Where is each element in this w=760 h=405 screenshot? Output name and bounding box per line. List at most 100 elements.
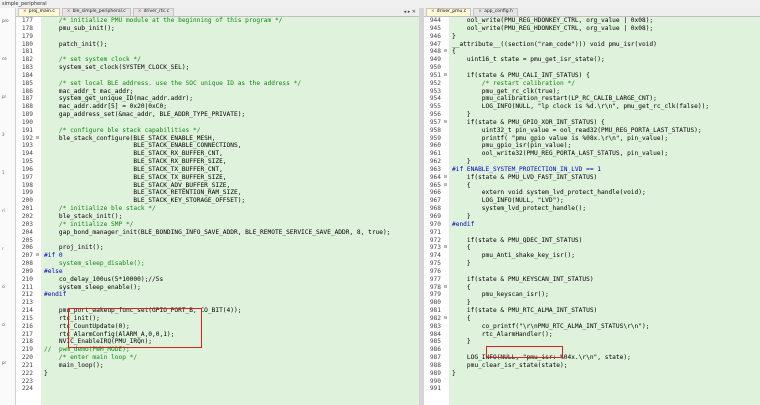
line-number: 202 (21, 213, 33, 220)
line-number: 181 (21, 48, 33, 56)
tab-controls[interactable]: ◂ ▸ ✕ (404, 8, 416, 16)
line-number-gutter: 177 178 179 180 181 182 183 184 185 186 187 188 189 1… (16, 17, 41, 405)
line-number-gutter: 944 945 946 947 948 ⊟ 949 950 951 ⊟ 952 953 954 955 95… (424, 17, 449, 405)
line-number: 214 (21, 307, 33, 315)
file-tab[interactable]: × driver_pmu.c (426, 8, 472, 16)
close-tab-icon[interactable]: × (431, 9, 435, 14)
file-tab-label: proj_main.c (28, 9, 55, 14)
file-tab[interactable]: × ble_simple_peripheral.c (61, 8, 131, 16)
line-number: 948 (429, 48, 441, 56)
fold-toggle-icon[interactable]: ⊟ (443, 315, 448, 323)
project-panel-label[interactable]: pr (2, 360, 6, 365)
code-line: BLE_STACK_KEY_STORAGE_OFFSET); (44, 197, 246, 205)
code-line: pmu_clear_isr_state(state); (452, 361, 568, 369)
project-panel-label[interactable]: ri (2, 208, 5, 213)
code-line: BLE_STACK_RX_BUFFER_SIZE, (44, 158, 227, 166)
code-line: } (452, 213, 471, 220)
line-number: 208 (21, 260, 33, 268)
code-line: system_sleep_disable(); (44, 260, 145, 268)
fold-toggle-icon[interactable]: ⊟ (443, 119, 448, 127)
line-number: 196 (21, 165, 33, 173)
line-number: 216 (21, 322, 33, 330)
fold-toggle-icon[interactable]: ⊟ (443, 174, 448, 182)
line-number: 220 (21, 354, 33, 362)
line-number: 962 (429, 158, 441, 166)
code-line: mac_addr.addr[5] = 0x20|0xC0; (44, 103, 167, 111)
highlight-box-rtc-init (68, 308, 202, 348)
line-number: 206 (21, 244, 33, 252)
code-line: proj_init(); (44, 244, 104, 252)
project-panel-label[interactable]: pr (2, 94, 6, 99)
project-panel-label[interactable]: r (2, 246, 4, 251)
project-panel-label[interactable]: 3 (2, 132, 5, 137)
code-line: } (452, 299, 471, 307)
code-line: BLE_STACK_ADV_BUFFER_SIZE, (44, 181, 231, 189)
code-line: ool_write(PMU_REG_HDONKEY_CTRL, org_valu… (452, 17, 654, 24)
project-panel-label[interactable]: pro (2, 18, 9, 23)
code-line: { (452, 181, 471, 189)
line-number: 984 (429, 330, 441, 338)
code-line: if(state & PMU_QDEC_INT_STATUS) (452, 236, 583, 244)
line-number: 218 (21, 338, 33, 346)
line-number: 990 (429, 377, 441, 385)
left-tab-bar: × proj_main.c × ble_simple_peripheral.c × dri… (16, 8, 419, 17)
line-number: 961 (429, 150, 441, 158)
code-line: ool_write32(PMU_REG_PORTA_LAST_STATUS, p… (452, 150, 669, 158)
line-number: 952 (429, 79, 441, 87)
fold-toggle-icon[interactable]: ⊟ (443, 284, 448, 292)
line-number: 969 (429, 213, 441, 220)
code-line: /* initialize SMP */ (44, 220, 134, 228)
project-panel-label[interactable]: ce (2, 56, 7, 61)
line-number: 198 (21, 181, 33, 189)
close-tab-icon[interactable]: × (138, 9, 142, 14)
line-number: 182 (21, 56, 33, 64)
file-tab[interactable]: × proj_main.c (18, 8, 60, 16)
close-tab-icon[interactable]: × (23, 9, 27, 14)
line-number: 195 (21, 158, 33, 166)
code-line: LOG_INFO(NULL, "LVD"); (452, 197, 564, 205)
line-number: 191 (21, 126, 33, 134)
code-line: ool_write(PMU_REG_HDONKEY_CTRL, org_valu… (452, 24, 654, 32)
right-code-view[interactable]: 944 945 946 947 948 ⊟ 949 950 951 ⊟ 952 953 954 955 95… (424, 17, 760, 405)
code-line: } (452, 158, 471, 166)
fold-toggle-icon[interactable]: ⊟ (443, 72, 448, 80)
fold-toggle-icon[interactable]: ⊟ (35, 135, 40, 143)
line-number: 222 (21, 369, 33, 377)
fold-toggle-icon[interactable]: ⊟ (443, 182, 448, 190)
close-tab-icon[interactable]: × (67, 9, 71, 14)
line-number: 986 (429, 346, 441, 354)
fold-toggle-icon[interactable]: ⊟ (443, 48, 448, 56)
line-number: 981 (429, 307, 441, 315)
line-number: 980 (429, 299, 441, 307)
fold-toggle-icon[interactable]: ⊟ (443, 244, 448, 252)
file-tab[interactable]: × app_config.h (473, 8, 518, 16)
file-tab-label: ble_simple_peripheral.c (72, 9, 126, 14)
project-panel-label[interactable]: ci (2, 322, 5, 327)
line-number: 977 (429, 275, 441, 283)
code-line: if(state & PMU_RTC_ALMA_INT_STATUS) (452, 307, 598, 315)
project-panel-label[interactable]: ci (2, 284, 5, 289)
line-number: 967 (429, 197, 441, 205)
line-number: 954 (429, 95, 441, 103)
code-line: #else (44, 267, 63, 275)
left-code-view[interactable]: 177 178 179 180 181 182 183 184 185 186 187 188 189 1… (16, 17, 419, 405)
line-number: 972 (429, 236, 441, 244)
fold-toggle-icon[interactable]: ⊟ (35, 252, 40, 260)
line-number: 964 (429, 173, 441, 181)
line-number: 223 (21, 377, 33, 385)
line-number: 945 (429, 24, 441, 32)
line-number: 211 (21, 283, 33, 291)
code-line: ble_stack_init(); (44, 213, 123, 220)
code-line: gap_address_set(&mac_addr, BLE_ADDR_TYPE… (44, 111, 246, 119)
line-number: 951 (429, 71, 441, 79)
code-line: if(state & PMU_LVD_FAST_INT_STATUS) (452, 173, 598, 181)
line-number: 983 (429, 322, 441, 330)
project-panel-label[interactable]: 1 (2, 170, 5, 175)
line-number: 212 (21, 291, 33, 299)
close-tab-icon[interactable]: × (478, 9, 482, 14)
line-number: 204 (21, 228, 33, 236)
code-line: #if 0 (44, 252, 63, 260)
line-number: 185 (21, 79, 33, 87)
file-tab[interactable]: × driver_rtc.c (132, 8, 175, 16)
line-number: 186 (21, 87, 33, 95)
